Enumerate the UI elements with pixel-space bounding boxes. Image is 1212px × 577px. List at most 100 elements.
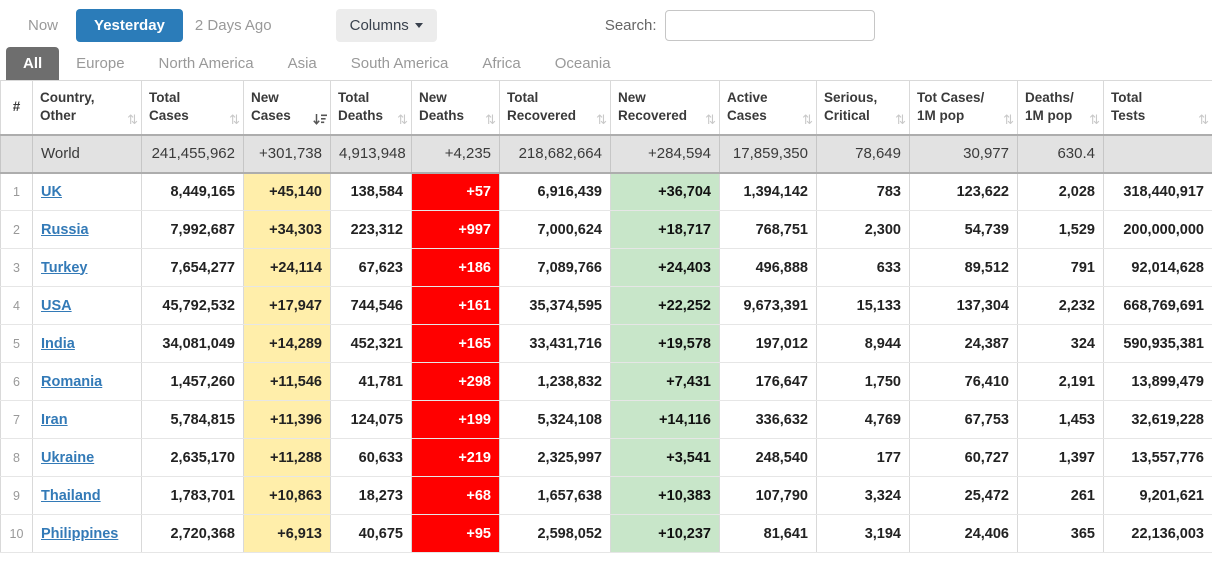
total_tests-cell: 318,440,917 — [1104, 173, 1212, 211]
tab-oceania[interactable]: Oceania — [538, 47, 628, 80]
rank-cell: 4 — [1, 287, 33, 325]
column-header-cases_per_1m[interactable]: Tot Cases/ 1M pop⇅ — [910, 81, 1018, 135]
column-label: Deaths/ 1M pop — [1025, 89, 1074, 125]
country-link[interactable]: Ukraine — [41, 450, 94, 466]
new_deaths-cell: +298 — [412, 363, 500, 401]
column-header-serious_critical[interactable]: Serious, Critical⇅ — [817, 81, 910, 135]
cases_per_1m-cell: 137,304 — [910, 287, 1018, 325]
country-link[interactable]: India — [41, 336, 75, 352]
tab-south-america[interactable]: South America — [334, 47, 466, 80]
rank-cell: 9 — [1, 477, 33, 515]
sort-icon: ⇅ — [1089, 113, 1100, 126]
caret-down-icon — [415, 23, 423, 28]
country-link[interactable]: Iran — [41, 412, 68, 428]
tab-north-america[interactable]: North America — [142, 47, 271, 80]
column-header-total_cases[interactable]: Total Cases⇅ — [142, 81, 244, 135]
column-header-total_recovered[interactable]: Total Recovered⇅ — [500, 81, 611, 135]
total_deaths-cell: 40,675 — [331, 515, 412, 553]
total_cases-cell: 241,455,962 — [142, 135, 244, 173]
total_deaths-cell: 4,913,948 — [331, 135, 412, 173]
tab-europe[interactable]: Europe — [59, 47, 141, 80]
column-header-new_recovered[interactable]: New Recovered⇅ — [611, 81, 720, 135]
column-label: # — [13, 98, 21, 116]
new_cases-cell: +11,546 — [244, 363, 331, 401]
cases_per_1m-cell: 30,977 — [910, 135, 1018, 173]
column-label: Tot Cases/ 1M pop — [917, 89, 984, 125]
new_deaths-cell: +95 — [412, 515, 500, 553]
country-link[interactable]: Thailand — [41, 488, 101, 504]
tab-africa[interactable]: Africa — [465, 47, 537, 80]
total_tests-cell: 13,899,479 — [1104, 363, 1212, 401]
active_cases-cell: 197,012 — [720, 325, 817, 363]
rank-cell: 6 — [1, 363, 33, 401]
tab-asia[interactable]: Asia — [271, 47, 334, 80]
total_cases-cell: 7,654,277 — [142, 249, 244, 287]
serious_critical-cell: 783 — [817, 173, 910, 211]
new_cases-cell: +6,913 — [244, 515, 331, 553]
cases_per_1m-cell: 24,387 — [910, 325, 1018, 363]
deaths_per_1m-cell: 1,529 — [1018, 211, 1104, 249]
columns-button[interactable]: Columns — [336, 9, 437, 42]
rank-cell: 10 — [1, 515, 33, 553]
total_deaths-cell: 60,633 — [331, 439, 412, 477]
column-header-total_tests[interactable]: Total Tests⇅ — [1104, 81, 1212, 135]
tab-all[interactable]: All — [6, 47, 59, 80]
total_cases-cell: 34,081,049 — [142, 325, 244, 363]
new_cases-cell: +45,140 — [244, 173, 331, 211]
sort-desc-icon — [313, 113, 327, 126]
total_cases-cell: 2,720,368 — [142, 515, 244, 553]
table-body: World241,455,962+301,7384,913,948+4,2352… — [1, 135, 1212, 553]
new_cases-cell: +17,947 — [244, 287, 331, 325]
column-header-new_cases[interactable]: New Cases — [244, 81, 331, 135]
country-cell: Thailand — [33, 477, 142, 515]
new_recovered-cell: +10,383 — [611, 477, 720, 515]
search-label: Search: — [605, 17, 657, 34]
time-filter-yesterday[interactable]: Yesterday — [76, 9, 183, 42]
column-header-new_deaths[interactable]: New Deaths⇅ — [412, 81, 500, 135]
sort-icon: ⇅ — [596, 113, 607, 126]
new_recovered-cell: +24,403 — [611, 249, 720, 287]
world-row: World241,455,962+301,7384,913,948+4,2352… — [1, 135, 1212, 173]
deaths_per_1m-cell: 1,397 — [1018, 439, 1104, 477]
sort-icon: ⇅ — [229, 113, 240, 126]
deaths_per_1m-cell: 2,028 — [1018, 173, 1104, 211]
rank-cell: 5 — [1, 325, 33, 363]
column-label: New Deaths — [419, 89, 464, 125]
country-link[interactable]: Russia — [41, 222, 89, 238]
country-cell: USA — [33, 287, 142, 325]
rank-cell: 8 — [1, 439, 33, 477]
total_recovered-cell: 218,682,664 — [500, 135, 611, 173]
total_cases-cell: 1,457,260 — [142, 363, 244, 401]
new_recovered-cell: +284,594 — [611, 135, 720, 173]
country-link[interactable]: Turkey — [41, 260, 87, 276]
total_recovered-cell: 1,657,638 — [500, 477, 611, 515]
column-label: Total Tests — [1111, 89, 1145, 125]
total_tests-cell: 32,619,228 — [1104, 401, 1212, 439]
country-link[interactable]: Romania — [41, 374, 102, 390]
country-link[interactable]: USA — [41, 298, 72, 314]
column-header-total_deaths[interactable]: Total Deaths⇅ — [331, 81, 412, 135]
active_cases-cell: 1,394,142 — [720, 173, 817, 211]
search-input[interactable] — [665, 10, 875, 41]
total_tests-cell: 590,935,381 — [1104, 325, 1212, 363]
deaths_per_1m-cell: 365 — [1018, 515, 1104, 553]
new_cases-cell: +34,303 — [244, 211, 331, 249]
country-cell: UK — [33, 173, 142, 211]
serious_critical-cell: 633 — [817, 249, 910, 287]
total_recovered-cell: 1,238,832 — [500, 363, 611, 401]
rank-cell — [1, 135, 33, 173]
time-filter-2-days-ago[interactable]: 2 Days Ago — [183, 10, 284, 41]
column-header-country[interactable]: Country, Other⇅ — [33, 81, 142, 135]
column-header-rank: # — [1, 81, 33, 135]
column-header-active_cases[interactable]: Active Cases⇅ — [720, 81, 817, 135]
country-link[interactable]: Philippines — [41, 526, 118, 542]
serious_critical-cell: 3,324 — [817, 477, 910, 515]
serious_critical-cell: 177 — [817, 439, 910, 477]
new_deaths-cell: +4,235 — [412, 135, 500, 173]
country-link[interactable]: UK — [41, 184, 62, 200]
time-filter-now[interactable]: Now — [16, 10, 70, 41]
total_deaths-cell: 138,584 — [331, 173, 412, 211]
column-header-deaths_per_1m[interactable]: Deaths/ 1M pop ⇅ — [1018, 81, 1104, 135]
total_deaths-cell: 452,321 — [331, 325, 412, 363]
table-row: 4USA45,792,532+17,947744,546+16135,374,5… — [1, 287, 1212, 325]
